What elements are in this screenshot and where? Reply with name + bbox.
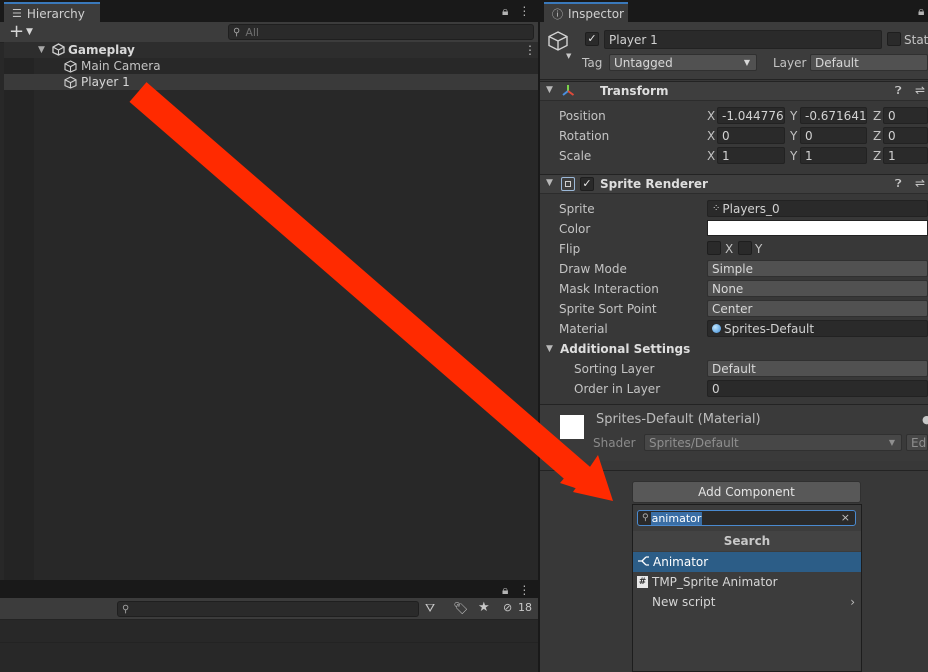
arrow-shaft <box>129 82 592 488</box>
annotation-arrow <box>129 82 613 501</box>
